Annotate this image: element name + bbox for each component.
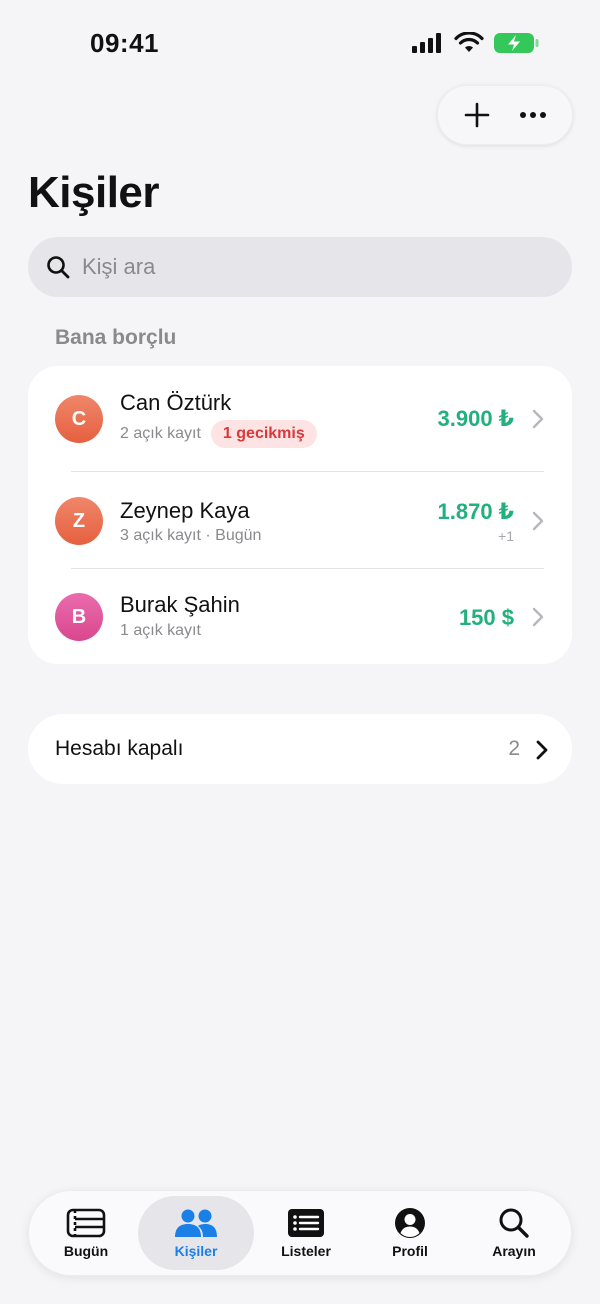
page-title: Kişiler bbox=[28, 168, 160, 217]
avatar: C bbox=[55, 395, 103, 443]
contact-subtitle-row: 2 açık kayıt 1 gecikmiş bbox=[120, 420, 317, 448]
contact-name: Zeynep Kaya bbox=[120, 498, 250, 523]
contact-amount: 1.870 ₺ bbox=[437, 499, 514, 524]
contact-name: Can Öztürk bbox=[120, 390, 232, 415]
closed-accounts-label: Hesabı kapalı bbox=[55, 737, 184, 760]
profile-icon bbox=[395, 1208, 425, 1238]
contact-subtitle: 1 açık kayıt bbox=[120, 622, 201, 639]
search-icon bbox=[499, 1208, 529, 1238]
avatar: Z bbox=[55, 497, 103, 545]
search-icon bbox=[47, 256, 70, 279]
contact-amount: 150 $ bbox=[458, 605, 514, 630]
tab-label: Listeler bbox=[281, 1243, 331, 1259]
avatar: B bbox=[55, 593, 103, 641]
cellular-signal-icon bbox=[412, 33, 441, 53]
contact-row[interactable]: C Can Öztürk 2 açık kayıt 1 gecikmiş 3.9… bbox=[28, 366, 572, 472]
status-bar: 09:41 bbox=[0, 0, 600, 88]
search-bar[interactable] bbox=[28, 237, 572, 297]
tab-label: Bugün bbox=[63, 1243, 109, 1259]
more-options-button[interactable] bbox=[511, 93, 555, 137]
section-header-owed-to-me: Bana borçlu bbox=[55, 326, 177, 349]
avatar-initial: Z bbox=[72, 509, 86, 532]
chevron-right-icon bbox=[532, 511, 544, 531]
overdue-badge: 1 gecikmiş bbox=[210, 420, 317, 448]
contact-subtitle: 2 açık kayıt bbox=[120, 425, 201, 442]
search-input[interactable] bbox=[82, 254, 522, 280]
tab-profile[interactable]: Profil bbox=[358, 1196, 462, 1270]
tab-bar: Bugün Kişiler Listeler Profil Arayın bbox=[28, 1190, 572, 1276]
tab-label: Arayın bbox=[492, 1243, 536, 1259]
add-contact-button[interactable] bbox=[455, 93, 499, 137]
contact-subtitle-row: 3 açık kayıt · Bugün bbox=[120, 527, 261, 545]
contact-name: Burak Şahin bbox=[120, 592, 240, 617]
contact-row[interactable]: B Burak Şahin 1 açık kayıt 150 $ bbox=[28, 569, 572, 664]
closed-accounts-count: 2 bbox=[508, 737, 520, 760]
chevron-right-icon bbox=[536, 740, 548, 760]
battery-charging-icon bbox=[494, 33, 539, 53]
tab-label: Kişiler bbox=[174, 1243, 218, 1259]
tab-search[interactable]: Arayın bbox=[462, 1196, 566, 1270]
avatar-initial: C bbox=[71, 407, 87, 430]
people-icon bbox=[175, 1209, 217, 1237]
contact-subtitle-row: 1 açık kayıt bbox=[120, 622, 201, 640]
chevron-right-icon bbox=[532, 409, 544, 429]
contact-amount: 3.900 ₺ bbox=[437, 406, 514, 431]
contacts-card: C Can Öztürk 2 açık kayıt 1 gecikmiş 3.9… bbox=[28, 366, 572, 664]
closed-accounts-row[interactable]: Hesabı kapalı 2 bbox=[28, 714, 572, 784]
list-icon bbox=[288, 1209, 324, 1237]
avatar-initial: B bbox=[71, 605, 87, 628]
status-time: 09:41 bbox=[90, 28, 159, 58]
header-actions bbox=[437, 85, 573, 145]
tab-people[interactable]: Kişiler bbox=[138, 1196, 254, 1270]
plus-icon bbox=[464, 102, 490, 128]
additional-currency-count: +1 bbox=[498, 528, 514, 544]
contact-row[interactable]: Z Zeynep Kaya 3 açık kayıt · Bugün 1.870… bbox=[28, 472, 572, 568]
tab-lists[interactable]: Listeler bbox=[254, 1196, 358, 1270]
chevron-right-icon bbox=[532, 607, 544, 627]
today-icon bbox=[66, 1208, 106, 1238]
tab-label: Profil bbox=[392, 1243, 428, 1259]
ellipsis-icon bbox=[520, 112, 546, 118]
tab-today[interactable]: Bugün bbox=[34, 1196, 138, 1270]
wifi-icon bbox=[454, 32, 484, 52]
status-icons bbox=[412, 32, 540, 54]
contact-subtitle: 3 açık kayıt · Bugün bbox=[120, 527, 262, 544]
